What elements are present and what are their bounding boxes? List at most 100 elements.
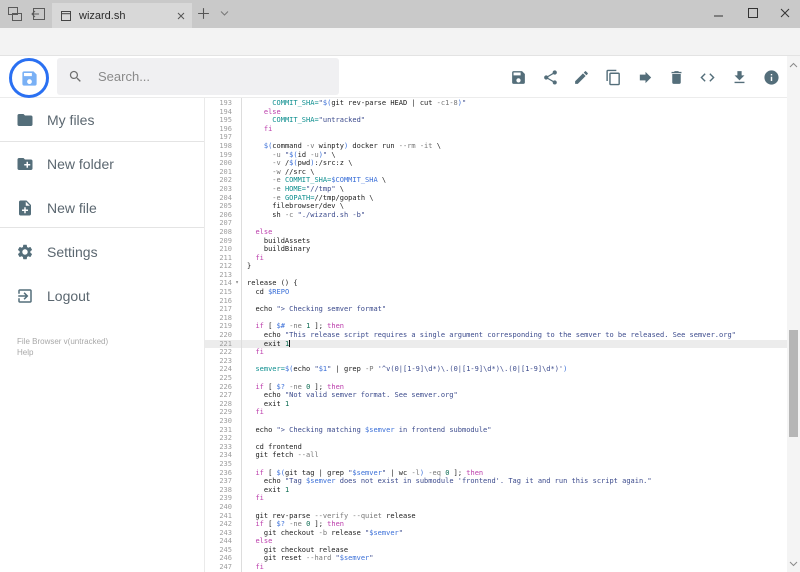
share-button[interactable] bbox=[538, 66, 562, 88]
code-line-208[interactable]: 208 else bbox=[205, 228, 787, 237]
browser-tab[interactable]: wizard.sh bbox=[52, 3, 192, 28]
code-line-236[interactable]: 236 if [ $(git tag | grep "$semver" | wc… bbox=[205, 469, 787, 478]
delete-button[interactable] bbox=[664, 66, 688, 88]
code-line-195[interactable]: 195 COMMIT_SHA="untracked" bbox=[205, 116, 787, 125]
download-button[interactable] bbox=[727, 66, 751, 88]
code-line-225[interactable]: 225 bbox=[205, 374, 787, 383]
code-line-245[interactable]: 245 git checkout release bbox=[205, 546, 787, 555]
scrollbar-thumb[interactable] bbox=[789, 330, 798, 437]
code-line-213[interactable]: 213 bbox=[205, 271, 787, 280]
sidebar-item-logout[interactable]: Logout bbox=[0, 280, 204, 312]
code-line-237[interactable]: 237 echo "Tag $semver does not exist in … bbox=[205, 477, 787, 486]
move-button[interactable] bbox=[633, 66, 657, 88]
code-line-246[interactable]: 246 git reset --hard "$semver" bbox=[205, 554, 787, 563]
window-close-button[interactable] bbox=[770, 0, 800, 26]
code-line-207[interactable]: 207 bbox=[205, 219, 787, 228]
search-bar[interactable] bbox=[57, 58, 339, 95]
code-line-240[interactable]: 240 bbox=[205, 503, 787, 512]
save-button[interactable] bbox=[506, 66, 530, 88]
code-line-194[interactable]: 194 else bbox=[205, 108, 787, 117]
code-line-239[interactable]: 239 fi bbox=[205, 494, 787, 503]
code-text: cd $REPO bbox=[255, 288, 290, 297]
copy-button[interactable] bbox=[601, 66, 625, 88]
code-line-231[interactable]: 231 echo "> Checking matching $semver in… bbox=[205, 426, 787, 435]
line-number: 198 bbox=[219, 141, 232, 150]
code-line-197[interactable]: 197 bbox=[205, 133, 787, 142]
filebrowser-logo[interactable] bbox=[9, 58, 49, 98]
code-line-217[interactable]: 217 echo "> Checking semver format" bbox=[205, 305, 787, 314]
sidebar-item-my-files[interactable]: My files bbox=[0, 104, 204, 136]
code-line-206[interactable]: 206 sh -c "./wizard.sh -b" bbox=[205, 211, 787, 220]
code-line-220[interactable]: 220 echo "This release script requires a… bbox=[205, 331, 787, 340]
code-text: release () { bbox=[247, 279, 298, 288]
code-line-196[interactable]: 196 fi bbox=[205, 125, 787, 134]
code-line-244[interactable]: 244 else bbox=[205, 537, 787, 546]
code-line-216[interactable]: 216 bbox=[205, 297, 787, 306]
code-line-198[interactable]: 198 $(command -v winpty) docker run --rm… bbox=[205, 142, 787, 151]
code-line-219[interactable]: 219 if [ $# -ne 1 ]; then bbox=[205, 322, 787, 331]
code-line-234[interactable]: 234 git fetch --all bbox=[205, 451, 787, 460]
tab-list-chevron-icon[interactable] bbox=[220, 10, 229, 17]
code-line-229[interactable]: 229 fi bbox=[205, 408, 787, 417]
code-line-226[interactable]: 226 if [ $? -ne 0 ]; then bbox=[205, 383, 787, 392]
search-input[interactable] bbox=[96, 68, 320, 85]
code-line-241[interactable]: 241 git rev-parse --verify --quiet relea… bbox=[205, 512, 787, 521]
code-line-243[interactable]: 243 git checkout -b release "$semver" bbox=[205, 529, 787, 538]
tabs-set-aside-icon[interactable] bbox=[30, 6, 48, 22]
code-line-202[interactable]: 202 -e COMMIT_SHA=$COMMIT_SHA \ bbox=[205, 176, 787, 185]
code-line-218[interactable]: 218 bbox=[205, 314, 787, 323]
code-line-210[interactable]: 210 buildBinary bbox=[205, 245, 787, 254]
tab-close-icon[interactable] bbox=[177, 12, 185, 20]
scroll-up-icon[interactable] bbox=[787, 58, 800, 71]
code-line-199[interactable]: 199 -u "$(id -u)" \ bbox=[205, 151, 787, 160]
code-line-238[interactable]: 238 exit 1 bbox=[205, 486, 787, 495]
code-text: echo "Tag $semver does not exist in subm… bbox=[263, 477, 652, 486]
code-line-211[interactable]: 211 fi bbox=[205, 254, 787, 263]
sidebar-item-new-file[interactable]: New file bbox=[0, 192, 204, 224]
line-number: 223 bbox=[219, 356, 232, 365]
tab-favicon-icon bbox=[60, 10, 72, 22]
code-line-223[interactable]: 223 bbox=[205, 357, 787, 366]
code-line-222[interactable]: 222 fi bbox=[205, 348, 787, 357]
code-line-212[interactable]: 212} bbox=[205, 262, 787, 271]
code-line-203[interactable]: 203 -e HOME="//tmp" \ bbox=[205, 185, 787, 194]
code-line-204[interactable]: 204 -e GOPATH=//tmp/gopath \ bbox=[205, 194, 787, 203]
sidebar-item-new-folder[interactable]: New folder bbox=[0, 148, 204, 180]
line-number: 193 bbox=[219, 99, 232, 107]
code-line-221[interactable]: 221 exit 1 bbox=[205, 339, 787, 349]
code-line-193[interactable]: 193 COMMIT_SHA="$(git rev-parse HEAD | c… bbox=[205, 99, 787, 108]
help-link[interactable]: Help bbox=[17, 347, 108, 358]
tab-preview-icon[interactable] bbox=[7, 6, 25, 22]
code-line-230[interactable]: 230 bbox=[205, 417, 787, 426]
window-maximize-button[interactable] bbox=[738, 0, 768, 26]
code-text: exit 1 bbox=[263, 399, 290, 408]
code-line-242[interactable]: 242 if [ $? -ne 0 ]; then bbox=[205, 520, 787, 529]
code-text: -w //src \ bbox=[272, 167, 315, 176]
code-editor[interactable]: 193 COMMIT_SHA="$(git rev-parse HEAD | c… bbox=[204, 98, 787, 572]
info-button[interactable] bbox=[759, 66, 783, 88]
code-line-200[interactable]: 200 -v /$(pwd):/src:z \ bbox=[205, 159, 787, 168]
code-line-209[interactable]: 209 buildAssets bbox=[205, 237, 787, 246]
sidebar-item-settings[interactable]: Settings bbox=[0, 236, 204, 268]
code-line-228[interactable]: 228 exit 1 bbox=[205, 400, 787, 409]
line-number: 219 bbox=[219, 322, 232, 331]
line-number: 239 bbox=[219, 494, 232, 503]
code-line-227[interactable]: 227 echo "Not valid semver format. See s… bbox=[205, 391, 787, 400]
code-line-233[interactable]: 233 cd frontend bbox=[205, 443, 787, 452]
line-number: 227 bbox=[219, 391, 232, 400]
page-scrollbar[interactable] bbox=[787, 56, 800, 572]
code-line-235[interactable]: 235 bbox=[205, 460, 787, 469]
scroll-down-icon[interactable] bbox=[787, 557, 800, 570]
code-line-224[interactable]: 224 semver=$(echo "$1" | grep -P '^v(0|[… bbox=[205, 365, 787, 374]
code-line-232[interactable]: 232 bbox=[205, 434, 787, 443]
code-line-205[interactable]: 205 filebrowser/dev \ bbox=[205, 202, 787, 211]
code-button[interactable] bbox=[695, 66, 719, 88]
window-minimize-button[interactable] bbox=[703, 0, 733, 26]
edit-button[interactable] bbox=[569, 66, 593, 88]
code-line-247[interactable]: 247 fi bbox=[205, 563, 787, 572]
code-line-215[interactable]: 215 cd $REPO bbox=[205, 288, 787, 297]
code-line-214[interactable]: 214 ▾ release () { bbox=[205, 279, 787, 288]
line-number: 235 bbox=[219, 459, 232, 468]
code-line-201[interactable]: 201 -w //src \ bbox=[205, 168, 787, 177]
new-tab-icon[interactable] bbox=[197, 7, 210, 20]
